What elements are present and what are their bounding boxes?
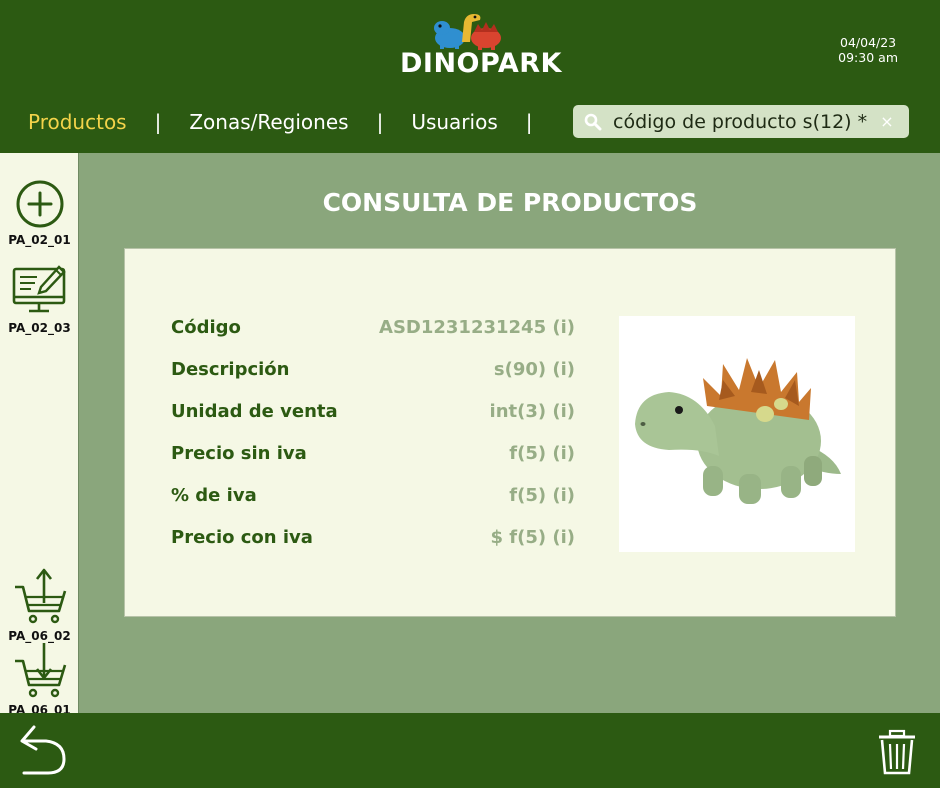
cart-download-icon <box>14 643 66 698</box>
sidebar-item-label: PA_02_01 <box>8 233 71 247</box>
dinopark-logo[interactable]: DINOPARK <box>400 6 562 84</box>
field-row-unidad-venta: Unidad de venta int(3) (i) <box>171 396 575 426</box>
field-row-precio-sin-iva: Precio sin iva f(5) (i) <box>171 438 575 468</box>
field-row-precio-con-iva: Precio con iva $ f(5) (i) <box>171 522 575 552</box>
field-value: int(3) (i) <box>489 400 575 422</box>
field-row-descripcion: Descripción s(90) (i) <box>171 354 575 384</box>
sidebar-item-pa-06-02[interactable]: PA_06_02 <box>0 567 79 643</box>
field-label: Código <box>171 316 241 338</box>
current-date: 04/04/23 <box>840 35 897 50</box>
nav-item-usuarios[interactable]: Usuarios <box>411 110 497 134</box>
field-value: s(90) (i) <box>493 358 575 380</box>
product-image <box>619 316 855 552</box>
trash-icon <box>879 729 915 775</box>
nav-separator: | <box>525 110 533 134</box>
back-button[interactable] <box>18 723 68 779</box>
current-time: 09:30 am <box>838 50 898 65</box>
cart-upload-icon <box>14 568 66 624</box>
action-sidebar: PA_02_01 PA_02_03 PA_06_02 PA_06_01 <box>0 153 79 717</box>
plush-stegosaurus-image <box>635 358 841 504</box>
clear-search-icon[interactable]: × <box>875 112 899 131</box>
field-label: Precio con iva <box>171 526 313 548</box>
search-icon[interactable] <box>573 113 613 131</box>
dinosaur-logo-icon <box>434 14 501 50</box>
field-label: Descripción <box>171 358 290 380</box>
field-value: f(5) (i) <box>509 484 575 506</box>
app-footer <box>0 713 940 788</box>
product-detail-card: Código ASD1231231245 (i) Descripción s(9… <box>124 248 896 617</box>
nav-separator: | <box>376 110 384 134</box>
field-label: Precio sin iva <box>171 442 307 464</box>
edit-monitor-icon <box>12 265 66 313</box>
nav-item-productos[interactable]: Productos <box>28 110 127 134</box>
sidebar-item-pa-06-01[interactable]: PA_06_01 <box>0 641 79 717</box>
page-title: CONSULTA DE PRODUCTOS <box>322 188 698 217</box>
field-label: Unidad de venta <box>171 400 338 422</box>
app-header: DINOPARK 04/04/23 09:30 am Productos | Z… <box>0 0 940 153</box>
delete-button[interactable] <box>876 729 918 775</box>
field-value: f(5) (i) <box>509 442 575 464</box>
field-value: $ f(5) (i) <box>490 526 576 548</box>
back-arrow-icon <box>20 725 66 775</box>
logo-text: DINOPARK <box>400 48 562 79</box>
sidebar-item-pa-02-01[interactable]: PA_02_01 <box>0 179 79 247</box>
field-row-codigo: Código ASD1231231245 (i) <box>171 312 575 342</box>
field-row-porcentaje-iva: % de iva f(5) (i) <box>171 480 575 510</box>
nav-item-zonas-regiones[interactable]: Zonas/Regiones <box>189 110 348 134</box>
main-nav: Productos | Zonas/Regiones | Usuarios | <box>28 106 561 138</box>
field-label: % de iva <box>171 484 257 506</box>
product-code-search-input[interactable] <box>613 106 875 137</box>
field-value: ASD1231231245 (i) <box>379 316 575 338</box>
add-circle-icon <box>16 180 63 228</box>
nav-separator: | <box>154 110 162 134</box>
sidebar-item-pa-02-03[interactable]: PA_02_03 <box>0 261 79 335</box>
search-bar: × <box>573 105 909 138</box>
sidebar-item-label: PA_02_03 <box>8 321 71 335</box>
date-time: 04/04/23 09:30 am <box>838 35 898 65</box>
